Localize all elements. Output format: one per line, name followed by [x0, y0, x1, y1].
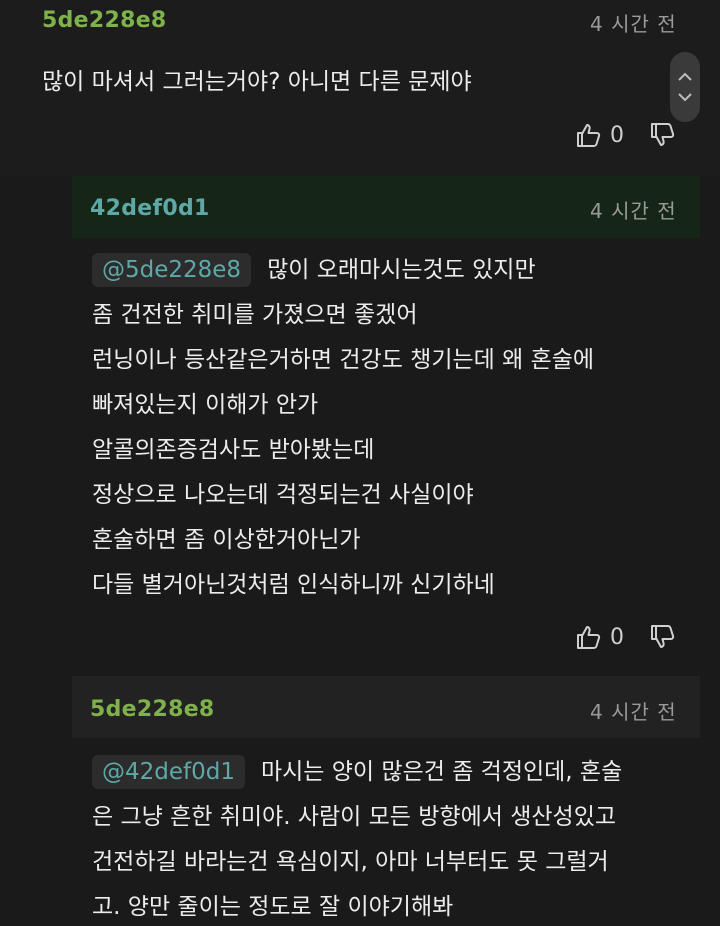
- vote-row: 0: [574, 623, 676, 651]
- reply-line: 은 그냥 흔한 취미야. 사람이 모든 방향에서 생산성있고: [92, 804, 617, 830]
- mention-tag[interactable]: @42def0d1: [92, 755, 245, 789]
- reply-timestamp: 4 시간 전: [590, 700, 677, 724]
- reply-line: 런닝이나 등산같은거하면 건강도 챙기는데 왜 혼술에: [92, 347, 595, 373]
- comment-username[interactable]: 5de228e8: [42, 8, 167, 33]
- like-count: 0: [610, 624, 624, 650]
- reply-line: 다들 별거아닌것처럼 인식하니까 신기하네: [92, 572, 495, 598]
- comment-timestamp: 4 시간 전: [590, 12, 677, 36]
- top-comment: 5de228e8 4 시간 전 많이 마셔서 그러는거야? 아니면 다른 문제야…: [0, 0, 720, 176]
- thumbs-up-icon[interactable]: [574, 121, 602, 149]
- mention-tag[interactable]: @5de228e8: [92, 253, 252, 287]
- chevron-down-icon[interactable]: [677, 91, 693, 103]
- reply-line: 많이 오래마시는것도 있지만: [267, 257, 536, 283]
- reply-header: 42def0d1 4 시간 전: [72, 176, 700, 238]
- reply-timestamp: 4 시간 전: [590, 199, 677, 223]
- chevron-up-icon[interactable]: [677, 71, 693, 83]
- reply-comment: 42def0d1 4 시간 전 @5de228e8 많이 오래마시는것도 있지만 …: [72, 176, 720, 676]
- comment-text: 많이 마셔서 그러는거야? 아니면 다른 문제야: [42, 69, 472, 95]
- reply-line: 마시는 양이 많은건 좀 걱정인데, 혼술: [260, 759, 623, 785]
- reply-username[interactable]: 42def0d1: [90, 196, 210, 221]
- reply-line: 건전하길 바라는건 욕심이지, 아마 너부터도 못 그럴거: [92, 849, 609, 875]
- like-count: 0: [610, 122, 624, 148]
- reply-line: 고. 양만 줄이는 정도로 잘 이야기해봐: [92, 894, 454, 920]
- reply-body: @5de228e8 많이 오래마시는것도 있지만 좀 건전한 취미를 가졌으면 좋…: [92, 248, 594, 608]
- reply-line: 혼술하면 좀 이상한거아닌가: [92, 527, 361, 553]
- vote-row: 0: [574, 121, 676, 149]
- scroll-control[interactable]: [670, 52, 700, 122]
- comment-thread: 5de228e8 4 시간 전 많이 마셔서 그러는거야? 아니면 다른 문제야…: [0, 0, 720, 926]
- reply-line: 정상으로 나오는데 걱정되는건 사실이야: [92, 482, 474, 508]
- reply-username[interactable]: 5de228e8: [90, 697, 215, 722]
- reply-line: 알콜의존증검사도 받아봤는데: [92, 437, 375, 463]
- reply-line: 좀 건전한 취미를 가졌으면 좋겠어: [92, 302, 418, 328]
- reply-body: @42def0d1 마시는 양이 많은건 좀 걱정인데, 혼술 은 그냥 흔한 취…: [92, 750, 622, 926]
- reply-comment: 5de228e8 4 시간 전 @42def0d1 마시는 양이 많은건 좀 걱정…: [72, 676, 720, 926]
- thumbs-down-icon[interactable]: [648, 121, 676, 149]
- reply-header: 5de228e8 4 시간 전: [72, 676, 700, 738]
- reply-line: 빠져있는지 이해가 안가: [92, 392, 319, 418]
- thumbs-up-icon[interactable]: [574, 623, 602, 651]
- thumbs-down-icon[interactable]: [648, 623, 676, 651]
